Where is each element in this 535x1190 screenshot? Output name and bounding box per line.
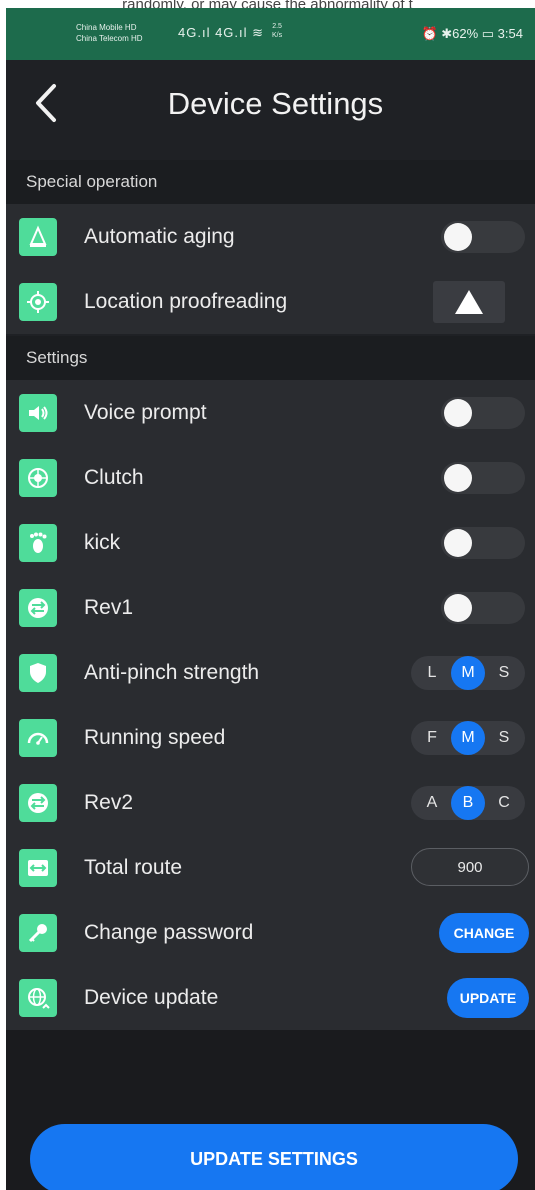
toggle-knob (444, 529, 472, 557)
toggle-clutch[interactable] (441, 462, 525, 494)
speedometer-icon (19, 719, 57, 757)
device-update-button[interactable]: UPDATE (447, 978, 529, 1018)
option-l[interactable]: L (420, 664, 444, 682)
carrier-2: China Telecom HD (76, 34, 143, 43)
header: Device Settings (6, 60, 535, 160)
toggle-knob (444, 399, 472, 427)
route-icon (19, 849, 57, 887)
section-special-operation: Special operation (6, 160, 535, 204)
foot-icon (19, 524, 57, 562)
toggle-knob (444, 464, 472, 492)
row-clutch: Clutch (6, 445, 535, 510)
speaker-icon (19, 394, 57, 432)
clutch-icon (19, 459, 57, 497)
row-rev2: Rev2 A B C (6, 770, 535, 835)
status-bar: China Mobile HD China Telecom HD 4G.ıl 4… (6, 8, 535, 60)
option-s[interactable]: S (492, 664, 516, 682)
update-settings-button[interactable]: UPDATE SETTINGS (30, 1124, 518, 1190)
row-running-speed: Running speed F M S (6, 705, 535, 770)
label-kick: kick (84, 531, 121, 554)
change-password-button[interactable]: CHANGE (439, 913, 529, 953)
label-anti-pinch-strength: Anti-pinch strength (84, 661, 260, 684)
phone-screen: China Mobile HD China Telecom HD 4G.ıl 4… (6, 8, 535, 1190)
triangle-up-icon (455, 290, 483, 314)
label-device-update: Device update (84, 986, 219, 1009)
segmented-rev2: A B C (411, 786, 525, 820)
option-b-selected[interactable]: B (451, 786, 485, 820)
label-automatic-aging: Automatic aging (84, 225, 235, 248)
option-m-selected[interactable]: M (451, 656, 485, 690)
segmented-running-speed: F M S (411, 721, 525, 755)
row-kick: kick (6, 510, 535, 575)
label-location-proofreading: Location proofreading (84, 290, 288, 313)
total-route-input[interactable]: 900 (411, 848, 529, 886)
target-icon (19, 283, 57, 321)
row-automatic-aging: Automatic aging (6, 204, 535, 269)
toggle-knob (444, 223, 472, 251)
label-change-password: Change password (84, 921, 254, 944)
label-rev2: Rev2 (84, 791, 134, 814)
row-rev1: Rev1 (6, 575, 535, 640)
toggle-knob (444, 594, 472, 622)
toggle-voice-prompt[interactable] (441, 397, 525, 429)
option-m-selected[interactable]: M (451, 721, 485, 755)
section-settings: Settings (6, 336, 535, 380)
aging-icon (19, 218, 57, 256)
status-right: ⏰ ✱62% ▭ 3:54 (421, 26, 523, 41)
row-device-update: Device update UPDATE (6, 965, 535, 1030)
row-location-proofreading: Location proofreading (6, 269, 535, 334)
label-running-speed: Running speed (84, 726, 226, 749)
label-rev1: Rev1 (84, 596, 134, 619)
option-c[interactable]: C (492, 794, 516, 812)
key-icon (19, 914, 57, 952)
option-a[interactable]: A (420, 794, 444, 812)
label-clutch: Clutch (84, 466, 144, 489)
toggle-kick[interactable] (441, 527, 525, 559)
option-f[interactable]: F (420, 729, 444, 747)
row-voice-prompt: Voice prompt (6, 380, 535, 445)
segmented-anti-pinch: L M S (411, 656, 525, 690)
toggle-automatic-aging[interactable] (441, 221, 525, 253)
location-proofreading-button[interactable] (433, 281, 505, 323)
label-total-route: Total route (84, 856, 183, 879)
swap-icon (19, 589, 57, 627)
option-s[interactable]: S (492, 729, 516, 747)
shield-icon (19, 654, 57, 692)
page-title: Device Settings (167, 86, 384, 121)
carrier-1: China Mobile HD (76, 23, 137, 32)
network-speed: 2.5 K/s (272, 23, 283, 39)
row-change-password: Change password CHANGE (6, 900, 535, 965)
carrier-info: China Mobile HD China Telecom HD (76, 22, 143, 44)
globe-icon (19, 979, 57, 1017)
label-voice-prompt: Voice prompt (84, 401, 207, 424)
row-total-route: Total route 900 (6, 835, 535, 900)
row-anti-pinch-strength: Anti-pinch strength L M S (6, 640, 535, 705)
toggle-rev1[interactable] (441, 592, 525, 624)
swap-icon (19, 784, 57, 822)
signal-icon: 4G.ıl 4G.ıl ≋ (178, 25, 265, 40)
